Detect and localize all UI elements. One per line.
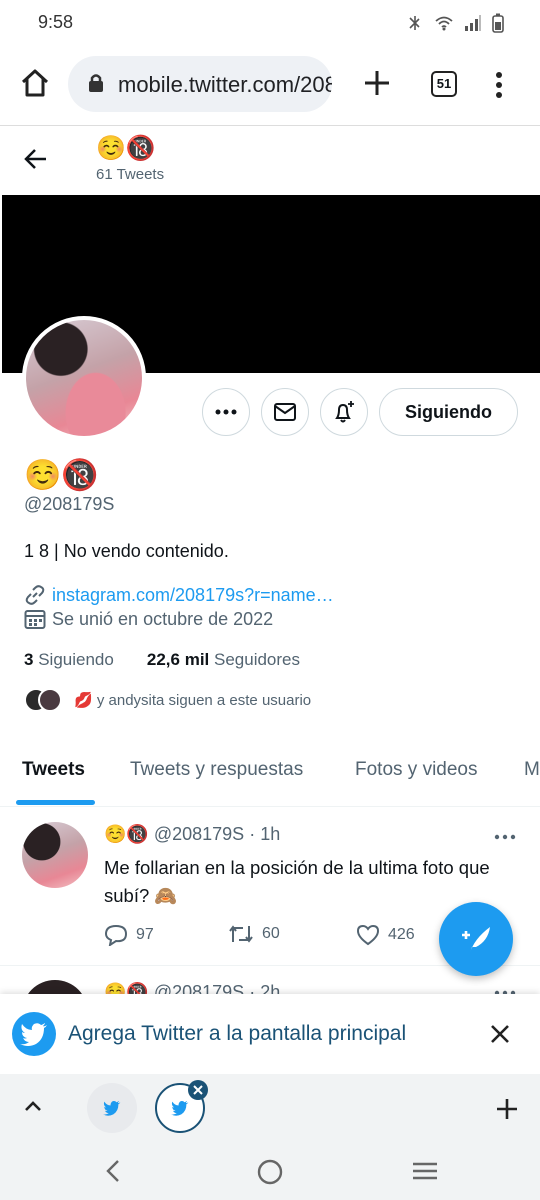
system-nav-bar: [0, 1142, 540, 1200]
bell-plus-icon: [335, 401, 354, 423]
profile-handle: @208179S: [24, 494, 115, 514]
add-to-home-banner[interactable]: Agrega Twitter a la pantalla principal: [0, 994, 540, 1074]
profile-tabs: Tweets Tweets y respuestas Fotos y video…: [0, 745, 540, 807]
following-count: 3: [24, 650, 34, 669]
tab-tweets[interactable]: Tweets: [22, 759, 85, 781]
signal-icon: [465, 15, 481, 31]
wifi-icon: [435, 16, 453, 31]
add-to-home-text: Agrega Twitter a la pantalla principal: [68, 1022, 407, 1045]
url-text: mobile.twitter.com/208179S: [118, 72, 332, 97]
retweet-icon: [229, 925, 253, 943]
close-tab-button[interactable]: [188, 1080, 208, 1100]
back-arrow-icon[interactable]: [24, 148, 48, 170]
profile-join-row: Se unió en octubre de 2022: [24, 608, 273, 630]
followers-label: Seguidores: [214, 650, 301, 669]
tab-likes[interactable]: M: [524, 759, 540, 781]
home-icon[interactable]: [20, 68, 50, 98]
profile-link-row: instagram.com/208179s?r=name…: [24, 584, 334, 606]
back-icon[interactable]: [106, 1159, 120, 1183]
close-icon: [193, 1085, 203, 1095]
tweet-author-name[interactable]: ☺️🔞: [104, 824, 149, 844]
profile-avatar[interactable]: [22, 316, 146, 440]
tweet-author-handle[interactable]: @208179S: [154, 824, 244, 844]
more-vert-icon[interactable]: [494, 72, 504, 98]
followers-you-know[interactable]: 💋 y andysita siguen a este usuario: [24, 688, 311, 712]
profile-display-name: ☺️🔞: [24, 459, 99, 492]
following-link[interactable]: 3 Siguiendo: [24, 650, 114, 669]
tweet-header: ☺️🔞 @208179S · 1h: [104, 824, 280, 845]
tweet-more-icon[interactable]: [494, 834, 516, 840]
browser-tab-twitter[interactable]: [87, 1083, 137, 1133]
following-button[interactable]: Siguiendo: [379, 388, 518, 436]
tweet-text: Me follarian en la posición de la ultima…: [104, 857, 490, 906]
followers-count: 22,6 mil: [146, 650, 210, 669]
new-tab-icon[interactable]: [496, 1098, 518, 1120]
followers-link[interactable]: 22,6 mil Seguidores: [147, 650, 300, 669]
compose-feather-icon: [462, 927, 490, 953]
retweet-button[interactable]: 60: [228, 924, 280, 944]
close-icon[interactable]: [490, 1024, 510, 1044]
reply-icon: [104, 924, 128, 946]
notifications-button[interactable]: [320, 388, 368, 436]
more-options-button[interactable]: [202, 388, 250, 436]
browser-tab-strip: [0, 1074, 540, 1142]
twitter-bird-icon: [103, 1100, 121, 1116]
header-display-name: ☺️🔞: [96, 135, 156, 162]
calendar-icon: [24, 610, 46, 629]
browser-toolbar: mobile.twitter.com/208179S 51: [0, 44, 540, 126]
home-circle-icon[interactable]: [257, 1159, 283, 1185]
new-tab-icon[interactable]: [364, 70, 390, 96]
reply-count: 97: [136, 926, 154, 943]
compose-tweet-button[interactable]: [439, 902, 513, 976]
status-time: 9:58: [38, 12, 74, 32]
header-tweet-count: 61 Tweets: [96, 166, 165, 183]
tab-media[interactable]: Fotos y videos: [355, 759, 478, 781]
profile-stats: 3 Siguiendo 22,6 mil Seguidores: [24, 650, 300, 670]
more-horizontal-icon: [215, 409, 237, 415]
like-button[interactable]: 426: [356, 924, 415, 946]
follower-avatar: [38, 688, 62, 712]
reply-button[interactable]: 97: [104, 924, 154, 946]
tab-tweets-replies[interactable]: Tweets y respuestas: [130, 759, 303, 781]
message-button[interactable]: [261, 388, 309, 436]
url-bar[interactable]: mobile.twitter.com/208179S: [68, 56, 332, 112]
vibrate-icon: [409, 16, 420, 30]
tweet-avatar[interactable]: [22, 822, 88, 888]
status-bar: 9:58: [0, 0, 540, 44]
link-icon: [25, 585, 45, 605]
tab-active-indicator: [16, 800, 95, 805]
heart-icon: [356, 924, 380, 946]
profile-join-date: Se unió en octubre de 2022: [52, 608, 274, 629]
mail-icon: [274, 403, 296, 421]
profile-website-link[interactable]: instagram.com/208179s?r=name…: [52, 585, 334, 606]
retweet-count: 60: [262, 925, 280, 942]
tab-switcher-button[interactable]: 51: [431, 71, 457, 97]
profile-bio: 1 8 | No vendo contenido.: [24, 541, 229, 561]
following-label: Siguiendo: [38, 650, 114, 669]
battery-icon: [492, 13, 504, 33]
like-count: 426: [388, 926, 415, 943]
tweet-time[interactable]: · 1h: [249, 824, 280, 844]
twitter-bird-icon: [171, 1100, 189, 1116]
followers-you-know-text: 💋 y andysita siguen a este usuario: [74, 692, 312, 709]
profile-header-bar: ☺️🔞 61 Tweets: [0, 126, 540, 194]
recents-icon[interactable]: [412, 1162, 438, 1180]
chevron-up-icon[interactable]: [24, 1100, 42, 1112]
twitter-logo-icon: [12, 1012, 56, 1056]
lock-icon: [89, 74, 103, 92]
status-icons: [406, 13, 504, 33]
